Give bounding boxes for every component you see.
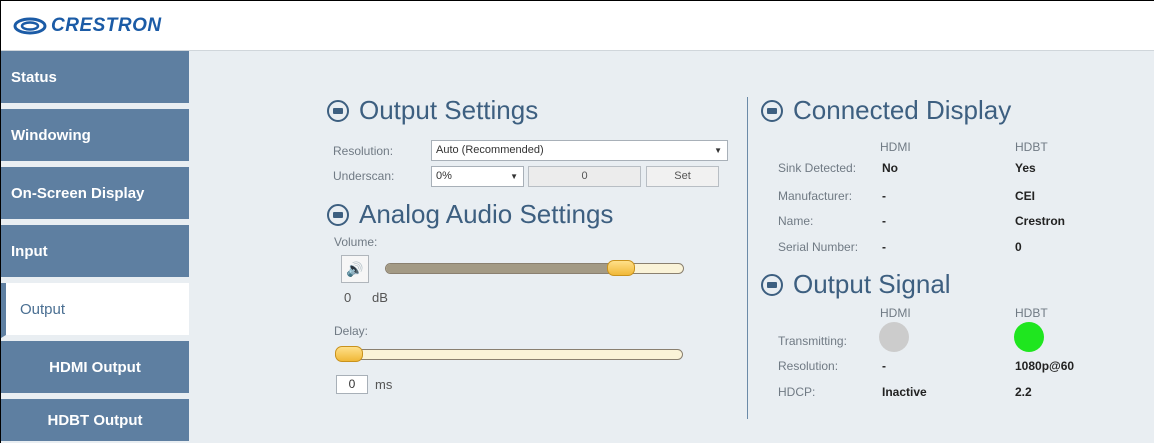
resolution-select-value: Auto (Recommended) <box>436 144 544 156</box>
connected-col-hdbt: HDBT <box>1015 140 1048 154</box>
analog-audio-heading: Analog Audio Settings <box>327 199 613 230</box>
output-settings-heading: Output Settings <box>327 95 538 126</box>
mute-button[interactable]: 🔊 <box>341 255 369 283</box>
sink-detected-hdmi: No <box>882 161 898 175</box>
serial-number-hdbt: 0 <box>1015 240 1022 254</box>
set-button-label: Set <box>674 170 691 182</box>
column-divider <box>747 97 748 419</box>
delay-label: Delay: <box>334 324 369 338</box>
underscan-select[interactable]: 0% ▼ <box>431 166 524 187</box>
dropdown-arrow-icon: ▼ <box>714 146 722 155</box>
sidebar-item-hdmi-output[interactable]: HDMI Output <box>1 341 189 396</box>
hdcp-hdmi: Inactive <box>882 385 927 399</box>
sink-detected-label: Sink Detected: <box>778 161 857 175</box>
sidebar-item-label: Windowing <box>11 126 91 144</box>
delay-slider-handle[interactable] <box>335 346 363 362</box>
resolution-label: Resolution: <box>333 144 394 158</box>
delay-input-value: 0 <box>348 377 356 391</box>
brand-name: CRESTRON <box>51 15 162 36</box>
name-hdmi: - <box>882 214 886 228</box>
delay-slider-track[interactable] <box>335 349 683 360</box>
underscan-label: Underscan: <box>333 169 395 183</box>
signal-resolution-label: Resolution: <box>778 359 839 373</box>
sidebar: Status Windowing On-Screen Display Input… <box>1 51 189 443</box>
volume-slider-track[interactable] <box>385 263 684 274</box>
top-bar: CRESTRON <box>1 1 1154 51</box>
volume-slider-handle[interactable] <box>607 260 636 276</box>
section-bullet-icon <box>761 273 783 296</box>
hdcp-label: HDCP: <box>778 385 816 399</box>
sidebar-item-label: HDBT Output <box>47 411 143 429</box>
sidebar-item-label: Output <box>20 300 66 318</box>
delay-unit: ms <box>375 377 393 392</box>
resolution-select[interactable]: Auto (Recommended) ▼ <box>431 140 728 161</box>
section-bullet-icon <box>761 99 783 122</box>
output-settings-title: Output Settings <box>359 95 539 125</box>
sidebar-item-input[interactable]: Input <box>1 225 189 280</box>
speaker-icon: 🔊 <box>346 260 364 277</box>
set-button[interactable]: Set <box>646 166 719 187</box>
signal-col-hdmi: HDMI <box>880 306 911 320</box>
connected-display-heading: Connected Display <box>761 95 1011 126</box>
sidebar-item-label: Status <box>11 68 57 86</box>
output-signal-title: Output Signal <box>793 269 951 299</box>
sidebar-item-windowing[interactable]: Windowing <box>1 109 189 164</box>
sidebar-item-hdbt-output[interactable]: HDBT Output <box>1 399 189 443</box>
section-bullet-icon <box>327 203 349 226</box>
analog-audio-title: Analog Audio Settings <box>359 199 614 229</box>
sidebar-item-label: Input <box>11 242 48 260</box>
hdcp-hdbt: 2.2 <box>1015 385 1032 399</box>
manufacturer-label: Manufacturer: <box>778 189 853 203</box>
manufacturer-hdbt: CEI <box>1015 189 1036 203</box>
sidebar-item-label: HDMI Output <box>49 358 141 376</box>
name-label: Name: <box>778 214 814 228</box>
sidebar-item-status[interactable]: Status <box>1 51 189 106</box>
crestron-swirl-icon <box>13 17 47 35</box>
name-hdbt: Crestron <box>1015 214 1066 228</box>
transmitting-label: Transmitting: <box>778 334 847 348</box>
serial-number-hdmi: - <box>882 240 886 254</box>
serial-number-label: Serial Number: <box>778 240 859 254</box>
signal-resolution-hdbt: 1080p@60 <box>1015 359 1075 373</box>
signal-col-hdbt: HDBT <box>1015 306 1048 320</box>
volume-unit: dB <box>372 290 388 305</box>
crestron-logo: CRESTRON <box>13 15 162 37</box>
connected-display-title: Connected Display <box>793 95 1012 125</box>
sidebar-item-output[interactable]: Output <box>1 283 189 338</box>
sidebar-item-on-screen-display[interactable]: On-Screen Display <box>1 167 189 222</box>
volume-slider-fill <box>386 264 623 273</box>
output-signal-heading: Output Signal <box>761 269 951 300</box>
connected-col-hdmi: HDMI <box>880 140 911 154</box>
transmitting-hdmi-indicator <box>879 322 909 352</box>
underscan-select-value: 0% <box>436 170 452 182</box>
manufacturer-hdmi: - <box>882 189 886 203</box>
sidebar-item-label: On-Screen Display <box>11 184 145 202</box>
transmitting-hdbt-indicator <box>1014 322 1044 352</box>
underscan-number: 0 <box>581 170 588 182</box>
volume-label: Volume: <box>334 235 378 249</box>
sink-detected-hdbt: Yes <box>1015 161 1036 175</box>
section-bullet-icon <box>327 99 349 122</box>
underscan-number-field[interactable]: 0 <box>528 166 641 187</box>
delay-input[interactable]: 0 <box>336 375 368 394</box>
dropdown-arrow-icon: ▼ <box>510 172 518 181</box>
signal-resolution-hdmi: - <box>882 359 886 373</box>
volume-value: 0 <box>344 290 352 305</box>
